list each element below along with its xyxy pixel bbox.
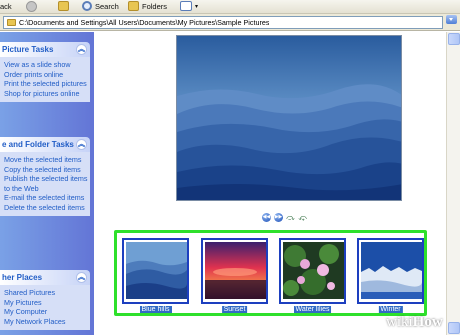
my-network-places-link[interactable]: My Network Places — [4, 317, 88, 327]
address-bar: C:\Documents and Settings\All Users\Docu… — [0, 14, 460, 31]
thumbnail-label: Water lilies — [293, 306, 332, 313]
delete-selected-link[interactable]: Delete the selected items — [4, 203, 88, 213]
thumbnail-label: Winter — [378, 306, 403, 313]
watermark-prefix: wiki — [386, 314, 413, 330]
scroll-down-button[interactable] — [448, 322, 460, 334]
folder-icon — [7, 19, 16, 26]
rotate-counterclockwise-icon[interactable]: ⤽ — [298, 213, 307, 222]
picture-tasks-title: Picture Tasks — [2, 45, 54, 54]
preview-nav-controls: ◀◀ ▶▶ ⤼ ⤽ — [262, 212, 307, 222]
filmstrip: Blue hills Sunset Water lilies Winter — [114, 230, 427, 316]
file-folder-tasks-header[interactable]: e and Folder Tasks ︽ — [0, 137, 90, 152]
thumbnail-frame — [279, 238, 346, 304]
filmstrip-item-blue-hills[interactable]: Blue hills — [122, 238, 189, 313]
thumbnail-frame — [201, 238, 268, 304]
previous-image-icon[interactable]: ◀◀ — [262, 212, 271, 222]
views-button[interactable]: ▾ — [180, 0, 198, 12]
picture-tasks-header[interactable]: Picture Tasks ︽ — [0, 42, 90, 57]
picture-tasks-body: View as a slide show Order prints online… — [0, 57, 90, 102]
shared-pictures-link[interactable]: Shared Pictures — [4, 288, 88, 298]
other-places-body: Shared Pictures My Pictures My Computer … — [0, 285, 90, 330]
up-folder-icon — [58, 1, 69, 11]
views-icon — [180, 1, 192, 11]
folders-icon — [128, 1, 139, 11]
email-selected-link[interactable]: E-mail the selected items — [4, 193, 88, 203]
back-button[interactable]: ack — [0, 0, 12, 12]
rotate-clockwise-icon[interactable]: ⤼ — [286, 213, 295, 222]
up-folder-button[interactable] — [58, 0, 72, 12]
toolbar: ack Search Folders ▾ — [0, 0, 460, 14]
picture-tasks-group: Picture Tasks ︽ View as a slide show Ord… — [0, 42, 90, 102]
filmstrip-item-sunset[interactable]: Sunset — [201, 238, 268, 313]
address-path: C:\Documents and Settings\All Users\Docu… — [19, 18, 270, 27]
blue-hills-preview-image — [177, 36, 401, 200]
vertical-scrollbar[interactable] — [446, 32, 460, 335]
print-selected-link[interactable]: Print the selected pictures — [4, 79, 88, 89]
other-places-header[interactable]: her Places ︽ — [0, 270, 90, 285]
search-label: Search — [95, 1, 119, 11]
search-icon — [82, 1, 92, 11]
scroll-up-button[interactable] — [448, 33, 460, 45]
address-input[interactable]: C:\Documents and Settings\All Users\Docu… — [3, 16, 443, 29]
folders-label: Folders — [142, 1, 168, 11]
watermark-suffix: How — [412, 314, 443, 330]
file-folder-tasks-body: Move the selected items Copy the selecte… — [0, 152, 90, 216]
main-pane: ◀◀ ▶▶ ⤼ ⤽ Blue hills Sunset Water lilies… — [94, 32, 446, 335]
back-label: ack — [0, 1, 12, 11]
copy-selected-link[interactable]: Copy the selected items — [4, 165, 88, 175]
my-pictures-link[interactable]: My Pictures — [4, 298, 88, 308]
thumbnail-label: Blue hills — [139, 306, 172, 313]
view-slideshow-link[interactable]: View as a slide show — [4, 60, 88, 70]
next-image-icon[interactable]: ▶▶ — [274, 212, 283, 222]
blue-hills-thumbnail — [126, 242, 187, 299]
sunset-thumbnail — [205, 242, 266, 299]
publish-selected-link[interactable]: Publish the selected items to the Web — [4, 174, 88, 193]
thumbnail-frame — [357, 238, 424, 304]
my-computer-link[interactable]: My Computer — [4, 307, 88, 317]
file-folder-tasks-group: e and Folder Tasks ︽ Move the selected i… — [0, 137, 90, 216]
wikihow-watermark: wikiHow — [386, 314, 443, 331]
collapse-chevron-icon[interactable]: ︽ — [76, 139, 87, 150]
thumbnail-frame — [122, 238, 189, 304]
filmstrip-item-winter[interactable]: Winter — [357, 238, 424, 313]
chevron-down-icon: ▾ — [195, 3, 199, 10]
move-selected-link[interactable]: Move the selected items — [4, 155, 88, 165]
forward-button[interactable] — [26, 0, 40, 12]
address-dropdown-button[interactable] — [446, 15, 457, 24]
collapse-chevron-icon[interactable]: ︽ — [76, 44, 87, 55]
thumbnail-label: Sunset — [221, 306, 248, 313]
task-pane: Picture Tasks ︽ View as a slide show Ord… — [0, 32, 94, 335]
other-places-title: her Places — [2, 273, 43, 282]
shop-pictures-link[interactable]: Shop for pictures online — [4, 89, 88, 99]
picture-preview — [176, 35, 402, 201]
filmstrip-item-water-lilies[interactable]: Water lilies — [279, 238, 346, 313]
forward-arrow-icon — [26, 0, 37, 12]
search-button[interactable]: Search — [82, 0, 119, 12]
order-prints-link[interactable]: Order prints online — [4, 70, 88, 80]
winter-thumbnail — [361, 242, 422, 299]
water-lilies-thumbnail — [283, 242, 344, 299]
other-places-group: her Places ︽ Shared Pictures My Pictures… — [0, 270, 90, 330]
file-folder-tasks-title: e and Folder Tasks — [2, 140, 74, 149]
collapse-chevron-icon[interactable]: ︽ — [76, 272, 87, 283]
folders-button[interactable]: Folders — [128, 0, 167, 12]
